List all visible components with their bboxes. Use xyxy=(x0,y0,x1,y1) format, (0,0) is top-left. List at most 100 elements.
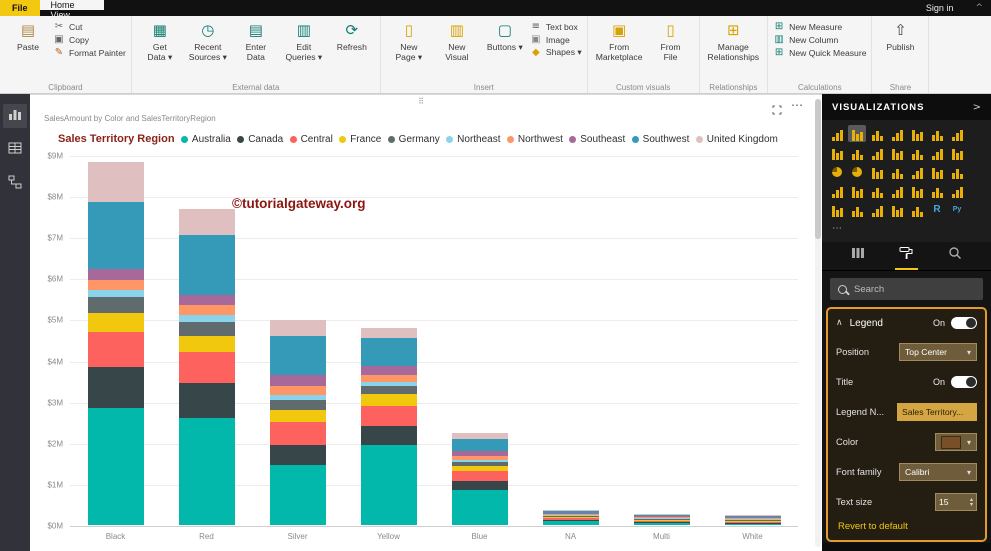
bar-segment-united-kingdom[interactable] xyxy=(270,320,326,337)
dropdown-font-family[interactable]: Calibri▾ xyxy=(899,463,977,481)
bar-segment-australia[interactable] xyxy=(361,445,417,525)
legend-item-australia[interactable]: Australia xyxy=(181,134,231,145)
menu-tab-home[interactable]: Home xyxy=(40,0,104,10)
bar-segment-australia[interactable] xyxy=(634,523,690,525)
ribbon-button-buttons[interactable]: ▢Buttons ▾ xyxy=(482,19,528,80)
viz-icon-scatter-chart[interactable] xyxy=(948,144,966,161)
bar-segment-germany[interactable] xyxy=(179,322,235,336)
bar-segment-southeast[interactable] xyxy=(361,366,417,374)
ribbon-button-text-box[interactable]: ≡Text box xyxy=(530,21,582,32)
viz-icon-esri-map[interactable] xyxy=(828,201,846,218)
bar-segment-australia[interactable] xyxy=(179,418,235,525)
viz-icon-map[interactable] xyxy=(888,163,906,180)
bar-segment-southeast[interactable] xyxy=(270,375,326,385)
viz-icon-funnel[interactable] xyxy=(928,163,946,180)
bar-segment-canada[interactable] xyxy=(88,367,144,408)
viz-icon-ribbon-chart[interactable] xyxy=(908,144,926,161)
viz-icon-stacked-area-chart[interactable] xyxy=(848,144,866,161)
viz-icon-gauge[interactable] xyxy=(948,163,966,180)
viz-icon-kpi[interactable] xyxy=(868,182,886,199)
bar-segment-northeast[interactable] xyxy=(88,290,144,297)
bar-segment-germany[interactable] xyxy=(361,386,417,394)
legend-item-southwest[interactable]: Southwest xyxy=(632,134,690,145)
viz-icon-100-stacked-column-chart[interactable] xyxy=(928,125,946,142)
ribbon-button-cut[interactable]: ✂Cut xyxy=(53,21,126,32)
viz-icon-shape-map[interactable] xyxy=(948,182,966,199)
dropdown-position[interactable]: Top Center▾ xyxy=(899,343,977,361)
ribbon-button-edit-queries[interactable]: ▥Edit Queries ▾ xyxy=(281,19,327,80)
ribbon-button-publish[interactable]: ⇧Publish xyxy=(877,19,923,80)
bar-segment-canada[interactable] xyxy=(270,445,326,466)
bar-segment-southwest[interactable] xyxy=(361,338,417,367)
viz-icon-treemap[interactable] xyxy=(868,163,886,180)
viz-icon-python-visual[interactable]: Py xyxy=(948,201,966,218)
color-picker[interactable]: ▾ xyxy=(935,433,977,451)
analytics-tab[interactable] xyxy=(944,242,966,270)
text-input-legend-n[interactable]: Sales Territory... xyxy=(897,403,977,421)
sign-in-button[interactable]: Sign in xyxy=(912,0,968,16)
bar-segment-australia[interactable] xyxy=(452,490,508,525)
model-view-button[interactable] xyxy=(3,172,27,196)
bar-segment-germany[interactable] xyxy=(88,297,144,313)
viz-icon-arcgis-map[interactable] xyxy=(908,201,926,218)
file-menu[interactable]: File xyxy=(0,0,40,16)
bar-segment-australia[interactable] xyxy=(270,465,326,525)
ribbon-button-shapes[interactable]: ◆Shapes ▾ xyxy=(530,47,582,58)
viz-icon-100-stacked-bar-chart[interactable] xyxy=(908,125,926,142)
bar-segment-southwest[interactable] xyxy=(88,202,144,270)
legend-item-canada[interactable]: Canada xyxy=(237,134,283,145)
search-input[interactable]: Search xyxy=(830,278,983,300)
bar-segment-france[interactable] xyxy=(88,313,144,332)
viz-icon-card[interactable] xyxy=(828,182,846,199)
legend-section-header[interactable]: ∧ Legend On xyxy=(828,309,985,337)
viz-icon-donut-chart[interactable] xyxy=(848,163,866,180)
viz-icon-more-options[interactable]: ⋯ xyxy=(828,220,846,237)
bar-segment-southeast[interactable] xyxy=(88,269,144,279)
bar-segment-france[interactable] xyxy=(270,410,326,422)
ribbon-button-from-marketplace[interactable]: ▣From Marketplace xyxy=(593,19,646,80)
bar-segment-united-kingdom[interactable] xyxy=(179,209,235,236)
canvas-scrollbar[interactable] xyxy=(815,99,821,547)
viz-icon-stacked-column-chart[interactable] xyxy=(848,125,866,142)
number-input-text-size[interactable]: 15▴▾ xyxy=(935,493,977,511)
stacked-column-visual[interactable]: ⠿ ⋯ SalesAmount by Color and SalesTerrit… xyxy=(34,98,808,549)
data-view-button[interactable] xyxy=(3,138,27,162)
collapse-pane-icon[interactable]: > xyxy=(973,102,981,113)
ribbon-button-new-visual[interactable]: ▥New Visual xyxy=(434,19,480,80)
viz-icon-line-chart[interactable] xyxy=(948,125,966,142)
ribbon-button-new-quick-measure[interactable]: ⊞New Quick Measure xyxy=(773,47,866,58)
legend-item-united-kingdom[interactable]: United Kingdom xyxy=(696,134,778,145)
report-view-button[interactable] xyxy=(3,104,27,128)
bar-segment-northwest[interactable] xyxy=(361,375,417,382)
viz-icon-slicer[interactable] xyxy=(888,182,906,199)
bar-segment-canada[interactable] xyxy=(452,481,508,490)
bar-segment-united-kingdom[interactable] xyxy=(361,328,417,338)
ribbon-button-get-data[interactable]: ▦Get Data ▾ xyxy=(137,19,183,80)
collapse-ribbon-icon[interactable]: ^ xyxy=(967,0,991,16)
visual-drag-grip-icon[interactable]: ⠿ xyxy=(418,97,424,106)
spinner-down-icon[interactable]: ▾ xyxy=(970,502,973,507)
ribbon-button-recent-sources[interactable]: ◷Recent Sources ▾ xyxy=(185,19,231,80)
bar-segment-central[interactable] xyxy=(179,352,235,383)
viz-icon-r-script-visual[interactable]: R xyxy=(928,201,946,218)
viz-icon-multi-row-card[interactable] xyxy=(848,182,866,199)
legend-toggle[interactable] xyxy=(951,317,977,329)
ribbon-button-copy[interactable]: ▣Copy xyxy=(53,34,126,45)
bar-segment-northwest[interactable] xyxy=(88,280,144,290)
viz-icon-powerapps-visual[interactable] xyxy=(848,201,866,218)
bar-segment-united-kingdom[interactable] xyxy=(88,162,144,201)
bar-segment-central[interactable] xyxy=(361,406,417,427)
viz-icon-clustered-bar-chart[interactable] xyxy=(868,125,886,142)
ribbon-button-format-painter[interactable]: ✎Format Painter xyxy=(53,47,126,58)
legend-item-germany[interactable]: Germany xyxy=(388,134,440,145)
viz-icon-paginated-report[interactable] xyxy=(888,201,906,218)
ribbon-button-new-measure[interactable]: ⊞New Measure xyxy=(773,21,866,32)
bar-segment-southwest[interactable] xyxy=(452,439,508,451)
format-tab[interactable] xyxy=(895,242,918,270)
bar-segment-australia[interactable] xyxy=(725,524,781,525)
ribbon-button-manage-relationships[interactable]: ⊞Manage Relationships xyxy=(705,19,763,80)
bar-segment-southwest[interactable] xyxy=(179,235,235,295)
viz-icon-clustered-column-chart[interactable] xyxy=(888,125,906,142)
bar-segment-australia[interactable] xyxy=(88,408,144,525)
bar-segment-central[interactable] xyxy=(88,332,144,367)
